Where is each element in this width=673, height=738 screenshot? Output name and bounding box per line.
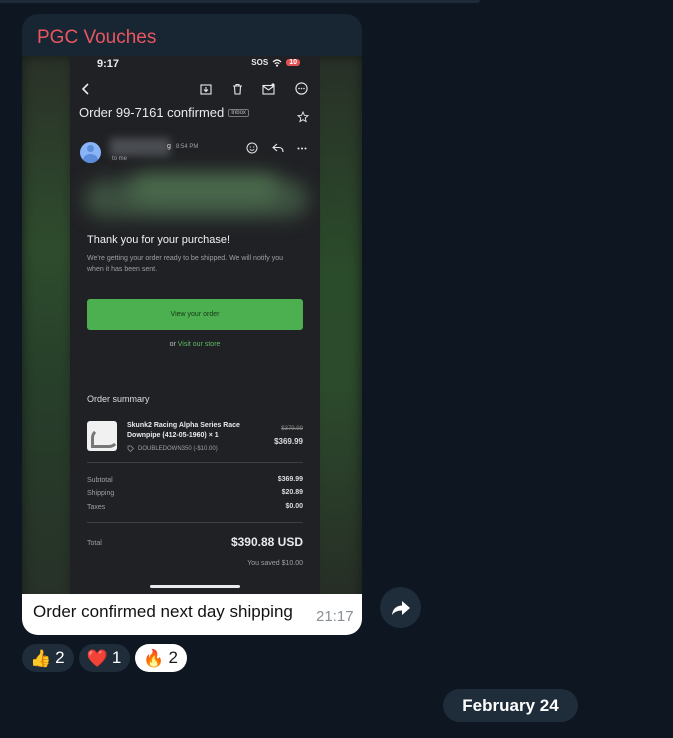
sender-initial: g (167, 143, 171, 150)
trash-icon (232, 83, 243, 95)
reaction-fire[interactable]: 🔥 2 (135, 644, 187, 672)
reactions-bar: 👍 2 ❤️ 1 🔥 2 (22, 644, 187, 672)
date-separator[interactable]: February 24 (443, 689, 578, 722)
archive-icon (200, 83, 212, 95)
mail-unread-icon (262, 83, 275, 95)
taxes-label: Taxes (87, 504, 106, 511)
product-price: $369.99 (274, 437, 303, 446)
divider-2 (87, 522, 303, 523)
emoji-react-icon (246, 142, 258, 154)
thanks-heading: Thank you for your purchase! (87, 234, 231, 246)
sos-label: SOS (251, 58, 269, 67)
shipping-label: Shipping (87, 490, 115, 497)
screenshot-photo[interactable]: 9:17 SOS 10 Order 99-7161 confirmed Inbox… (22, 56, 362, 608)
heart-icon: ❤️ (86, 648, 108, 668)
previous-message-edge (0, 0, 480, 3)
status-icons: SOS 10 (251, 58, 300, 67)
email-subject: Order 99-7161 confirmed Inbox (79, 105, 249, 120)
photo-blur-left (22, 56, 74, 608)
reaction-count: 2 (55, 648, 65, 667)
store-link-line: or Visit our store (70, 341, 320, 348)
visit-store-link: Visit our store (177, 341, 221, 348)
home-indicator (150, 585, 240, 588)
thumbs-up-icon: 👍 (30, 648, 52, 668)
sender-time: 8:54 PM (176, 144, 199, 150)
total-label: Total (87, 540, 102, 547)
divider-1 (87, 462, 303, 463)
reaction-heart[interactable]: ❤️ 1 (78, 644, 131, 672)
star-icon (297, 111, 309, 123)
forward-button[interactable] (380, 587, 421, 628)
inbox-label: Inbox (228, 109, 249, 117)
redacted-sender (110, 138, 170, 156)
subtotal-label: Subtotal (87, 477, 113, 484)
more-options-icon (295, 82, 308, 95)
sender-name[interactable]: PGC Vouches (37, 27, 156, 49)
thanks-body: We're getting your order ready to be shi… (87, 255, 284, 273)
message-caption: Order confirmed next day shipping 21:17 (22, 594, 362, 635)
discount-code: DOUBLEDOWN350 (-$10.00) (138, 445, 218, 452)
fire-icon: 🔥 (143, 648, 165, 668)
savings-text: You saved $10.00 (247, 560, 303, 567)
status-time: 9:17 (97, 58, 120, 70)
message-bubble[interactable]: PGC Vouches 9:17 SOS 10 Order 99-7161 co… (22, 14, 362, 635)
message-more-icon (297, 147, 307, 150)
reply-icon (272, 143, 284, 153)
or-text: or (169, 341, 176, 348)
redacted-store-logo (130, 174, 280, 204)
recipient-line: to me (112, 156, 128, 162)
shipping-value: $20.89 (281, 489, 303, 496)
sender-avatar (80, 142, 101, 163)
reaction-count: 2 (168, 648, 178, 667)
order-summary-heading: Order summary (87, 394, 150, 404)
original-price: $379.99 (281, 426, 303, 432)
tag-icon (127, 445, 134, 452)
view-order-button: View your order (87, 299, 303, 330)
reaction-count: 1 (111, 648, 122, 667)
product-name: Skunk2 Racing Alpha Series Race Downpipe… (127, 422, 240, 439)
caption-text: Order confirmed next day shipping (33, 602, 293, 621)
subject-text: Order 99-7161 confirmed (79, 105, 225, 120)
product-thumbnail (87, 421, 117, 451)
back-arrow-icon (81, 83, 91, 95)
message-time: 21:17 (316, 608, 354, 625)
phone-screen: 9:17 SOS 10 Order 99-7161 confirmed Inbox… (70, 56, 320, 608)
forward-arrow-icon (391, 600, 410, 615)
taxes-value: $0.00 (285, 503, 303, 510)
wifi-icon (272, 58, 282, 67)
discount-line: DOUBLEDOWN350 (-$10.00) (127, 445, 218, 452)
total-value: $390.88 USD (230, 535, 303, 549)
reaction-thumbs-up[interactable]: 👍 2 (22, 644, 74, 672)
email-toolbar (70, 80, 320, 100)
subtotal-value: $369.99 (277, 476, 303, 483)
battery-icon: 10 (286, 59, 300, 66)
